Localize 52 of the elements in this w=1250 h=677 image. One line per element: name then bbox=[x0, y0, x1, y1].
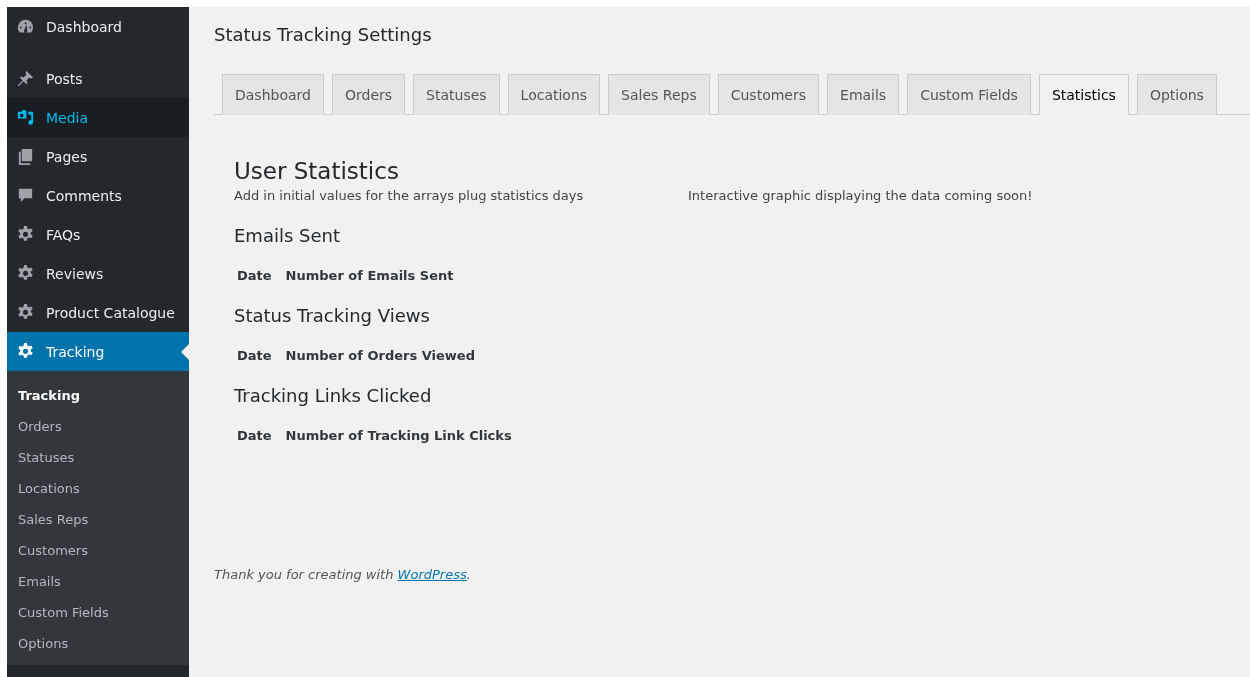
description-text: Add in initial values for the arrays plug statistics days bbox=[234, 188, 585, 203]
tab[interactable]: Statuses bbox=[413, 74, 500, 115]
gear-icon bbox=[16, 264, 35, 283]
wordpress-link[interactable]: WordPress bbox=[397, 567, 467, 582]
menu-item[interactable]: Posts bbox=[7, 59, 189, 98]
menu-item[interactable]: Product Catalogue bbox=[7, 293, 189, 332]
tab[interactable]: Sales Reps bbox=[608, 74, 710, 115]
menu-item[interactable]: Dashboard bbox=[7, 7, 189, 46]
tab[interactable]: Customers bbox=[717, 74, 820, 115]
tab[interactable]: Emails bbox=[827, 74, 900, 115]
table-title: Emails Sent bbox=[234, 225, 341, 246]
table-title: Status Tracking Views bbox=[234, 305, 431, 326]
column-header: Date bbox=[237, 268, 272, 283]
tab[interactable]: Dashboard bbox=[222, 74, 324, 115]
submenu-item[interactable]: Options bbox=[7, 628, 69, 659]
table-title: Tracking Links Clicked bbox=[234, 385, 433, 406]
menu-item[interactable]: Media bbox=[7, 98, 189, 137]
menu-item[interactable]: Comments bbox=[7, 176, 189, 215]
section-heading: User Statistics bbox=[234, 158, 400, 184]
column-header: Date bbox=[237, 428, 272, 443]
submenu-item[interactable]: Custom Fields bbox=[7, 597, 109, 628]
submenu-item[interactable]: Locations bbox=[7, 473, 80, 504]
dashboard-icon bbox=[16, 17, 35, 36]
menu-item[interactable]: Tracking bbox=[7, 332, 189, 371]
gear-icon bbox=[16, 342, 35, 361]
column-header: Number of Emails Sent bbox=[285, 268, 454, 283]
gear-icon bbox=[16, 303, 35, 322]
submenu-item[interactable]: Statuses bbox=[7, 442, 75, 473]
submenu-item[interactable]: Tracking bbox=[7, 380, 80, 411]
submenu-item[interactable]: Sales Reps bbox=[7, 504, 89, 535]
pin-icon bbox=[16, 69, 35, 88]
menu-item[interactable]: Pages bbox=[7, 137, 189, 176]
column-header: Number of Orders Viewed bbox=[285, 348, 475, 363]
submenu-item[interactable]: Customers bbox=[7, 535, 88, 566]
column-header: Number of Tracking Link Clicks bbox=[285, 428, 512, 443]
tab[interactable]: Orders bbox=[331, 74, 406, 115]
menu-item[interactable]: FAQs bbox=[7, 215, 189, 254]
tab[interactable]: Locations bbox=[507, 74, 601, 115]
media-icon bbox=[16, 108, 35, 127]
column-header: Date bbox=[237, 348, 272, 363]
submenu-item[interactable]: Orders bbox=[7, 411, 62, 442]
notice-text: Interactive graphic displaying the data coming soon! bbox=[688, 188, 1033, 203]
pages-icon bbox=[16, 147, 35, 166]
tab[interactable]: Custom Fields bbox=[907, 74, 1031, 115]
menu-item[interactable]: Reviews bbox=[7, 254, 189, 293]
gear-icon bbox=[16, 225, 35, 244]
page-title: Status Tracking Settings bbox=[214, 24, 433, 47]
footer-text: Thank you for creating with WordPress. bbox=[214, 567, 472, 582]
current-pointer-icon bbox=[181, 344, 189, 360]
tab[interactable]: Options bbox=[1136, 74, 1217, 115]
submenu-item[interactable]: Emails bbox=[7, 566, 61, 597]
tab[interactable]: Statistics bbox=[1038, 74, 1129, 115]
